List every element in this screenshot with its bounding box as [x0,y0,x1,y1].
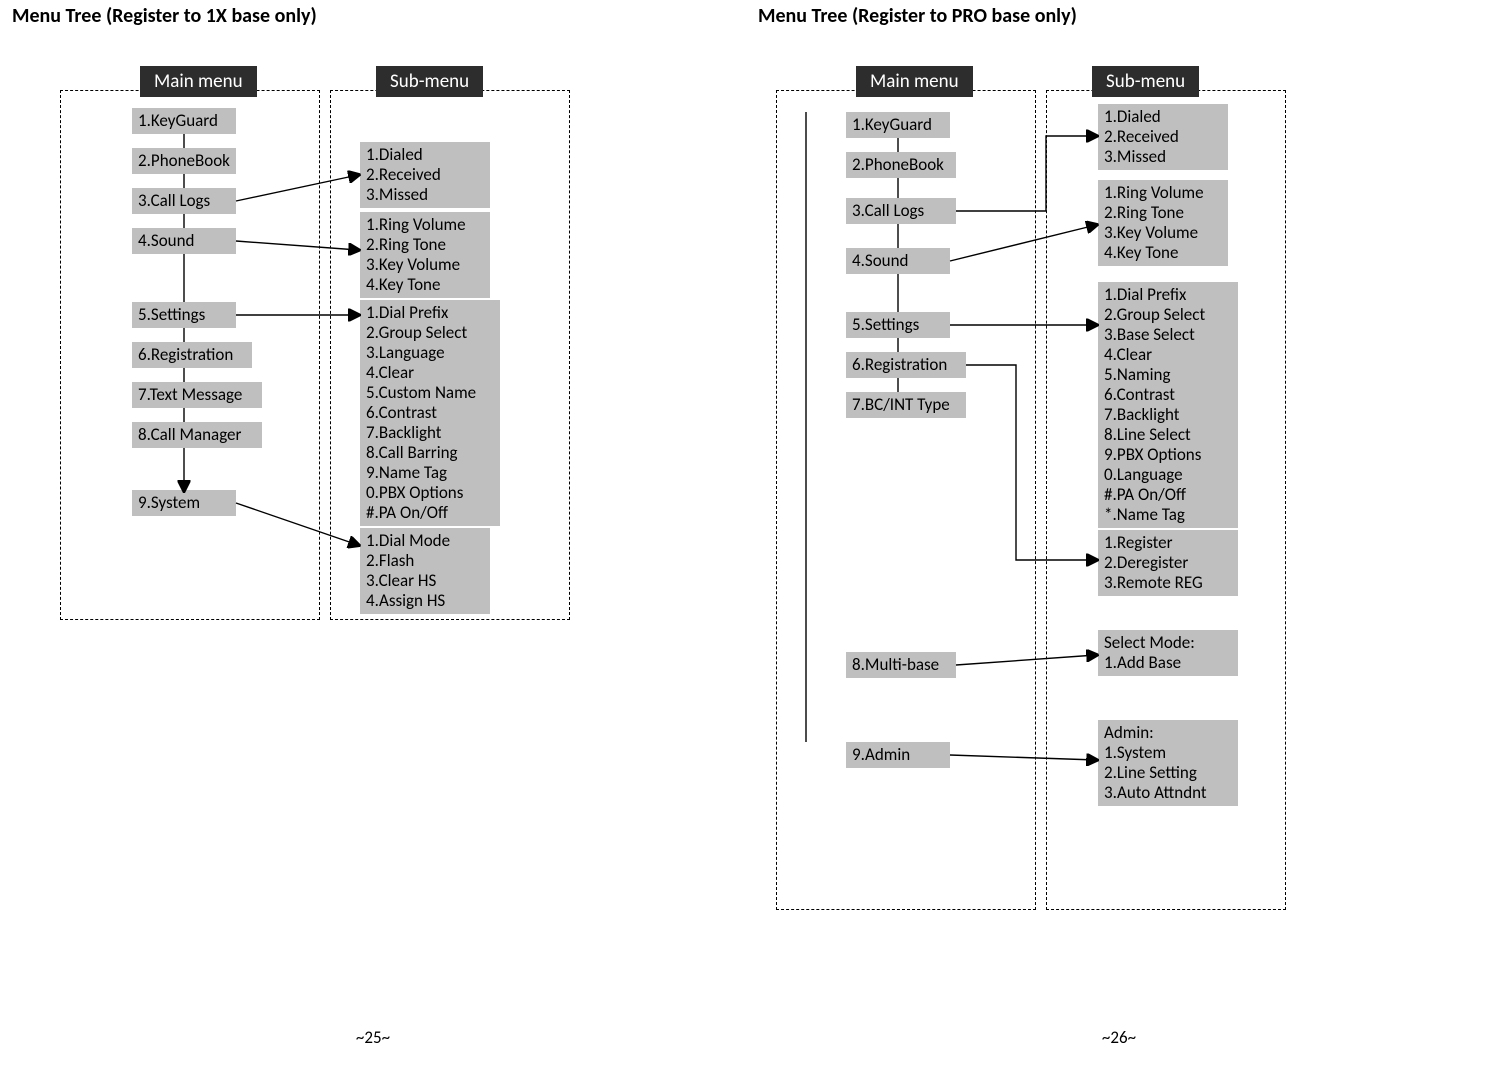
pagenum-1x: ~25~ [0,1027,746,1048]
s8-pro: Select Mode: 1.Add Base [1098,630,1238,676]
m8-1x: 8.Call Manager [132,422,262,448]
m7-pro: 7.BC/INT Type [846,392,966,418]
pagenum-pro: ~26~ [746,1027,1492,1048]
m3-pro: 3.Call Logs [846,198,956,224]
title-pro: Menu Tree (Register to PRO base only) [758,4,1077,28]
s3-1x: 1.Dialed 2.Received 3.Missed [360,142,490,208]
s5-pro: 1.Dial Prefix 2.Group Select 3.Base Sele… [1098,282,1238,528]
m2-pro: 2.PhoneBook [846,152,956,178]
m5-1x: 5.Settings [132,302,236,328]
m5-pro: 5.Settings [846,312,950,338]
m2-1x: 2.PhoneBook [132,148,236,174]
m1-pro: 1.KeyGuard [846,112,950,138]
m6-1x: 6.Registration [132,342,252,368]
m7-1x: 7.Text Message [132,382,262,408]
m3-1x: 3.Call Logs [132,188,236,214]
m1-1x: 1.KeyGuard [132,108,236,134]
m6-pro: 6.Registration [846,352,966,378]
sub-header-1x: Sub-menu [376,66,483,97]
s3-pro: 1.Dialed 2.Received 3.Missed [1098,104,1228,170]
s9-pro: Admin: 1.System 2.Line Setting 3.Auto At… [1098,720,1238,806]
sub-header-pro: Sub-menu [1092,66,1199,97]
title-1x: Menu Tree (Register to 1X base only) [12,4,317,28]
m4-pro: 4.Sound [846,248,950,274]
s4-1x: 1.Ring Volume 2.Ring Tone 3.Key Volume 4… [360,212,490,298]
m9-1x: 9.System [132,490,236,516]
m4-1x: 4.Sound [132,228,236,254]
s4-pro: 1.Ring Volume 2.Ring Tone 3.Key Volume 4… [1098,180,1228,266]
s5-1x: 1.Dial Prefix 2.Group Select 3.Language … [360,300,500,526]
s9-1x: 1.Dial Mode 2.Flash 3.Clear HS 4.Assign … [360,528,490,614]
m8-pro: 8.Multi-base [846,652,956,678]
main-header-1x: Main menu [140,66,257,97]
page-pro: Menu Tree (Register to PRO base only) Ma… [746,0,1492,1072]
main-header-pro: Main menu [856,66,973,97]
page-1x: Menu Tree (Register to 1X base only) Mai… [0,0,746,1072]
s6-pro: 1.Register 2.Deregister 3.Remote REG [1098,530,1238,596]
m9-pro: 9.Admin [846,742,950,768]
